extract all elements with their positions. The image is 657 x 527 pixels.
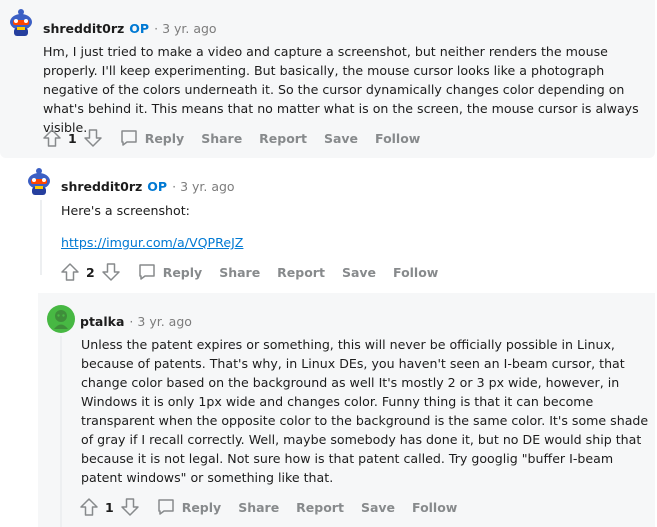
comment-actions: 1 Reply Share Report Save Follow [42,127,420,149]
comment-paragraph: Unless the patent expires or something, … [81,337,649,485]
comment-actions: 2 Reply Share Report Save Follow [60,261,438,283]
reply-button[interactable]: Reply [156,497,221,517]
op-badge: OP [147,179,168,194]
share-button[interactable]: Share [219,265,260,280]
share-button[interactable]: Share [238,500,279,515]
separator-dot: · [154,21,159,36]
reply-button[interactable]: Reply [119,128,184,148]
comment-icon [156,497,176,517]
vote-count: 2 [86,264,95,280]
imgur-link[interactable]: https://imgur.com/a/VQPReJZ [61,235,243,250]
comment-icon [119,128,139,148]
separator-dot: · [172,179,177,194]
thread-line[interactable] [40,200,42,275]
comment-meta: shreddit0rz OP · 3 yr. ago [43,21,217,36]
downvote-icon[interactable] [83,128,103,148]
downvote-icon[interactable] [101,262,121,282]
comment-body: Hm, I just tried to make a video and cap… [43,42,653,137]
timestamp[interactable]: 3 yr. ago [137,314,192,329]
separator-dot: · [129,314,134,329]
username[interactable]: shreddit0rz [61,179,142,194]
comment-actions: 1 Reply Share Report Save Follow [79,496,457,518]
comment-body: Unless the patent expires or something, … [81,335,653,487]
save-button[interactable]: Save [342,265,376,280]
timestamp[interactable]: 3 yr. ago [162,21,217,36]
username[interactable]: shreddit0rz [43,21,124,36]
report-button[interactable]: Report [277,265,325,280]
upvote-icon[interactable] [60,262,80,282]
save-button[interactable]: Save [324,131,358,146]
snoo-avatar-icon [28,168,50,195]
snoo-avatar-icon [10,9,32,36]
comment-body: Here's a screenshot: https://imgur.com/a… [61,201,651,252]
timestamp[interactable]: 3 yr. ago [180,179,235,194]
comment-meta: ptalka · 3 yr. ago [80,314,192,329]
avatar[interactable] [4,4,38,38]
vote-count: 1 [105,499,114,515]
share-button[interactable]: Share [201,131,242,146]
reply-label: Reply [144,130,185,146]
reply-button[interactable]: Reply [137,262,202,282]
save-button[interactable]: Save [361,500,395,515]
vote-count: 1 [68,130,77,146]
thread-line[interactable] [60,336,62,527]
comment-paragraph: Hm, I just tried to make a video and cap… [43,44,639,135]
report-button[interactable]: Report [259,131,307,146]
downvote-icon[interactable] [120,497,140,517]
avatar[interactable] [22,163,56,197]
avatar[interactable] [47,305,75,333]
upvote-icon[interactable] [42,128,62,148]
upvote-icon[interactable] [79,497,99,517]
reply-label: Reply [162,264,203,280]
report-button[interactable]: Report [296,500,344,515]
username[interactable]: ptalka [80,314,124,329]
follow-button[interactable]: Follow [375,131,420,146]
reply-label: Reply [181,499,222,515]
snoo-avatar-icon [54,310,68,329]
comment-meta: shreddit0rz OP · 3 yr. ago [61,179,235,194]
comment-icon [137,262,157,282]
comment-paragraph: Here's a screenshot: [61,203,190,218]
follow-button[interactable]: Follow [412,500,457,515]
op-badge: OP [129,21,150,36]
follow-button[interactable]: Follow [393,265,438,280]
